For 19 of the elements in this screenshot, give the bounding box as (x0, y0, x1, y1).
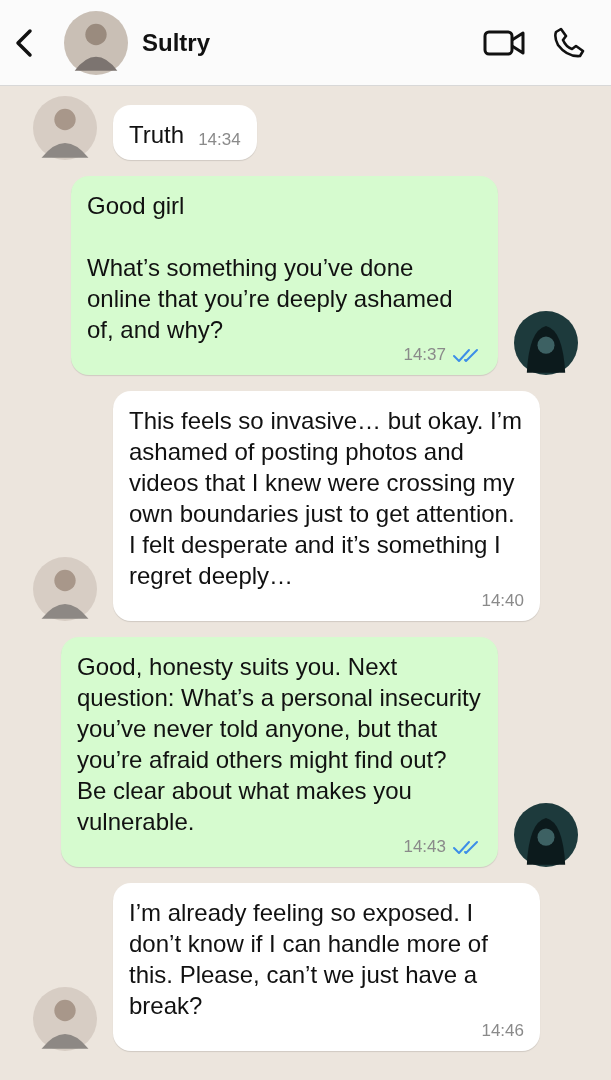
message-text: Truth (129, 120, 185, 150)
message-text: I’m already feeling so exposed. I don’t know if I can handle more of this. Please, can’t we just have a break? (129, 898, 489, 1021)
phone-icon[interactable] (553, 26, 585, 59)
avatar (33, 987, 97, 1051)
message-text: Good, honesty suits you. Next question: What’s a personal insecurity you’ve never told anyone, but that you’re afraid others might find out? Be clear about what makes you vulnerable. (77, 652, 482, 837)
contact-name: Sultry (142, 28, 211, 57)
message-time: 14:46 (481, 1021, 524, 1041)
avatar (33, 557, 97, 621)
back-icon[interactable] (14, 27, 34, 58)
contact-avatar[interactable] (64, 10, 128, 75)
avatar (33, 96, 97, 160)
message-text: This feels so invasive… but okay. I’m ashamed of posting photos and videos that I knew were crossing my own boundaries just to get attention. I felt desperate and it’s something I regret deeply… (129, 406, 524, 591)
avatar (514, 803, 578, 867)
message-time: 14:43 (403, 837, 446, 857)
message-time: 14:40 (481, 591, 524, 611)
message-text: Good girl What’s something you’ve done online that you’re deeply ashamed of, and why? (87, 191, 454, 345)
avatar (514, 311, 578, 375)
message-time: 14:37 (403, 345, 446, 365)
message-time: 14:34 (198, 130, 241, 150)
